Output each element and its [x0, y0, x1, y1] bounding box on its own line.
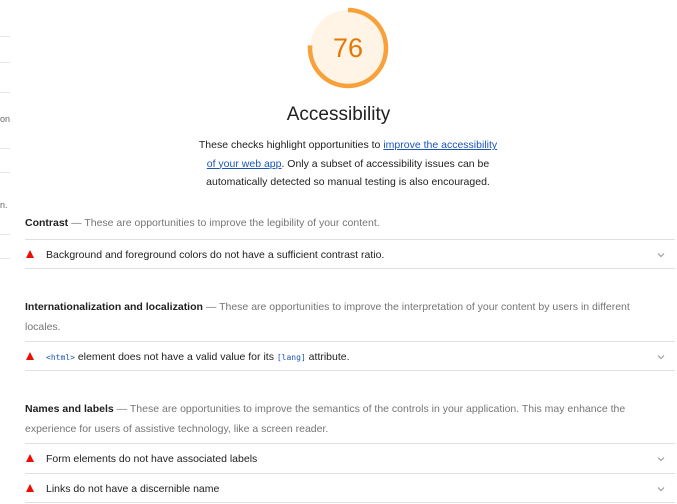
- group-description: These are opportunities to improve the l…: [84, 217, 380, 229]
- audit-label[interactable]: Form elements do not have associated lab…: [25, 443, 675, 473]
- group-description: These are opportunities to improve the s…: [25, 403, 626, 435]
- chevron-down-icon[interactable]: [655, 351, 667, 363]
- audit-title: <html> element does not have a valid val…: [46, 342, 350, 373]
- audit-title-text: element does not have a valid value for …: [74, 351, 277, 363]
- category-title: Accessibility: [286, 104, 391, 125]
- group-title: Contrast: [25, 217, 69, 229]
- fail-triangle-icon: [26, 484, 34, 492]
- category-description: These checks highlight opportunities to …: [198, 136, 498, 192]
- sidebar-divider: [0, 62, 10, 63]
- audit-link-name[interactable]: Links do not have a discernible name: [25, 473, 675, 503]
- group-header-i18n: Internationalization and localization — …: [25, 297, 665, 337]
- sidebar: on n.: [0, 0, 10, 504]
- group-title: Internationalization and localization: [25, 301, 203, 313]
- chevron-down-icon[interactable]: [655, 249, 667, 261]
- audit-color-contrast[interactable]: Background and foreground colors do not …: [25, 239, 675, 269]
- audit-html-lang-valid[interactable]: <html> element does not have a valid val…: [25, 341, 675, 371]
- fail-triangle-icon: [26, 454, 34, 462]
- group-separator: —: [116, 403, 128, 415]
- group-header-names-labels: Names and labels — These are opportuniti…: [25, 399, 665, 439]
- audit-title-text: attribute.: [305, 351, 350, 363]
- fail-triangle-icon: [26, 250, 34, 258]
- group-header-contrast: Contrast — These are opportunities to im…: [25, 213, 665, 233]
- score-value: 76: [332, 33, 364, 63]
- group-separator: —: [205, 301, 217, 313]
- sidebar-divider: [0, 234, 10, 235]
- sidebar-divider: [0, 148, 10, 149]
- audit-title: Links do not have a discernible name: [46, 483, 220, 495]
- sidebar-divider: [0, 172, 10, 173]
- sidebar-divider: [0, 258, 10, 259]
- fail-triangle-icon: [26, 352, 34, 360]
- audit-title: Form elements do not have associated lab…: [46, 453, 258, 465]
- group-separator: —: [71, 217, 82, 229]
- chevron-down-icon[interactable]: [655, 453, 667, 465]
- sidebar-divider: [0, 36, 10, 37]
- chevron-down-icon[interactable]: [655, 483, 667, 495]
- sidebar-divider: [0, 92, 10, 93]
- score-gauge: 76: [306, 6, 390, 90]
- audit-title: Background and foreground colors do not …: [46, 249, 385, 261]
- category-description-text: These checks highlight opportunities to: [198, 139, 384, 151]
- group-title: Names and labels: [25, 403, 114, 415]
- code-lang-attr: [lang]: [276, 353, 306, 362]
- sidebar-text-fragment: n.: [0, 200, 8, 210]
- code-html-tag: <html>: [46, 353, 75, 362]
